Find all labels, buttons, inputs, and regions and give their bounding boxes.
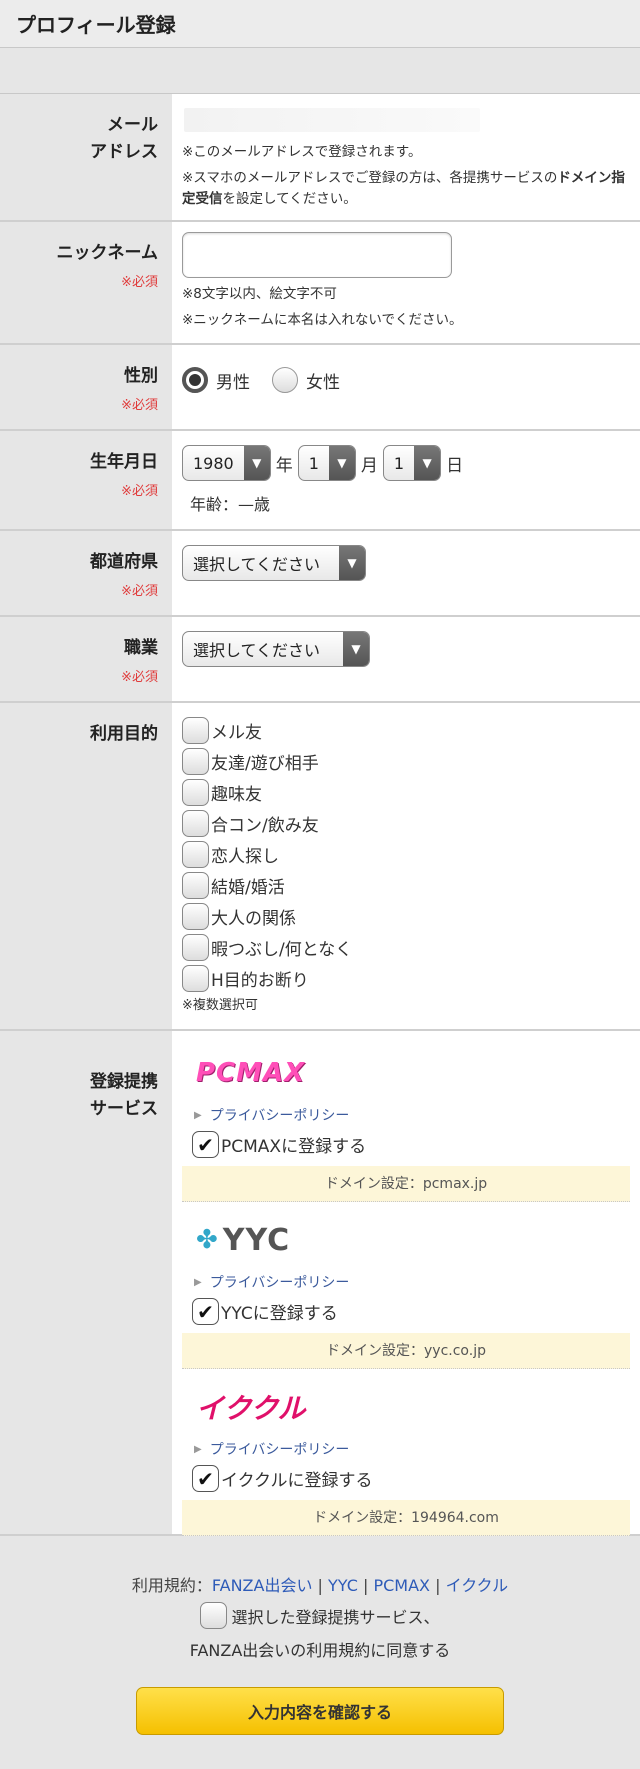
purpose-checkbox[interactable]: 友達/遊び相手 (182, 746, 630, 777)
occupation-select[interactable]: 選択してください ▼ (182, 631, 370, 667)
triangle-right-icon: ▶ (194, 1276, 202, 1288)
terms-links: 利用規約：FANZA出会い | YYC | PCMAX | イククル (131, 1576, 509, 1595)
terms-link-pcmax[interactable]: PCMAX (373, 1576, 430, 1595)
checkbox-icon (182, 717, 209, 744)
required-badge: ※必須 (121, 670, 158, 686)
ikukuru-logo: イククル (196, 1392, 306, 1425)
required-badge: ※必須 (121, 484, 158, 500)
gender-male-radio[interactable]: 男性 (182, 367, 250, 393)
yyc-logo: ✤ YYC (196, 1222, 291, 1258)
pcmax-logo: PCMAX (196, 1058, 306, 1088)
purpose-checkbox[interactable]: 合コン/飲み友 (182, 808, 630, 839)
chevron-down-icon: ▼ (343, 632, 369, 666)
birth-year-select[interactable]: 1980 ▼ (182, 445, 271, 481)
checkmark-icon: ✔ (192, 1131, 219, 1158)
profile-form: メール アドレス ※このメールアドレスで登録されます。 ※スマホのメールアドレス… (0, 94, 640, 1536)
radio-unselected-icon (272, 367, 298, 393)
prefecture-label: 都道府県 (90, 552, 158, 572)
agree-text: FANZA出会いの利用規約に同意する (189, 1641, 451, 1660)
checkbox-icon (182, 810, 209, 837)
header-spacer (0, 48, 640, 94)
agree-checkbox[interactable]: 選択した登録提携サービス、 (0, 1602, 640, 1629)
prefecture-select[interactable]: 選択してください ▼ (182, 545, 366, 581)
form-footer: 利用規約：FANZA出会い | YYC | PCMAX | イククル 選択した登… (0, 1536, 640, 1735)
terms-link-fanza[interactable]: FANZA出会い (212, 1576, 313, 1595)
occupation-row: 職業 ※必須 選択してください ▼ (0, 617, 640, 703)
domain-setting: ドメイン設定：pcmax.jp (182, 1166, 630, 1202)
purpose-label: 利用目的 (90, 724, 158, 744)
checkbox-icon (182, 841, 209, 868)
checkbox-icon (182, 872, 209, 899)
chevron-down-icon: ▼ (328, 446, 355, 480)
required-badge: ※必須 (121, 584, 158, 600)
services-label-line1: 登録提携 (90, 1072, 158, 1092)
email-note-1: ※このメールアドレスで登録されます。 (182, 144, 422, 160)
page-header: プロフィール登録 (0, 0, 640, 48)
privacy-policy-link[interactable]: プライバシーポリシー (210, 1105, 350, 1125)
email-value-blurred (184, 108, 480, 132)
nickname-note-1: ※8文字以内、絵文字不可 (182, 286, 337, 302)
yyc-register-checkbox[interactable]: ✔ YYCに登録する (192, 1298, 630, 1325)
required-badge: ※必須 (121, 275, 158, 291)
service-pcmax: PCMAX ▶ プライバシーポリシー ✔ PCMAXに登録する ドメイン設定：pcm… (182, 1051, 630, 1202)
email-label-line2: アドレス (90, 142, 158, 163)
page-title: プロフィール登録 (16, 13, 176, 37)
purpose-note: ※複数選択可 (182, 998, 258, 1013)
age-display: 年齢：—歳 (190, 495, 271, 514)
checkbox-icon (182, 934, 209, 961)
services-row: 登録提携 サービス PCMAX ▶ プライバシーポリシー ✔ PCMAXに登録する … (0, 1031, 640, 1536)
gender-row: 性別 ※必須 男性 女性 (0, 345, 640, 431)
purpose-checkbox[interactable]: 恋人探し (182, 839, 630, 870)
purpose-row: 利用目的 メル友 友達/遊び相手 趣味友 合コン/飲み友 恋人探し 結婚/婚活 … (0, 703, 640, 1031)
privacy-policy-link[interactable]: プライバシーポリシー (210, 1272, 350, 1292)
purpose-checkbox[interactable]: メル友 (182, 715, 630, 746)
purpose-checkbox[interactable]: 大人の関係 (182, 901, 630, 932)
purpose-checkbox[interactable]: H目的お断り (182, 963, 630, 994)
purpose-checkbox[interactable]: 趣味友 (182, 777, 630, 808)
nickname-input[interactable] (182, 232, 452, 278)
email-label-line1: メール (107, 115, 158, 135)
service-yyc: ✤ YYC ▶ プライバシーポリシー ✔ YYCに登録する ドメイン設定：yyc.co… (182, 1218, 630, 1369)
purpose-checkbox[interactable]: 結婚/婚活 (182, 870, 630, 901)
required-badge: ※必須 (121, 398, 158, 414)
birthdate-label: 生年月日 (90, 452, 158, 472)
nickname-label: ニックネーム (56, 243, 159, 263)
birth-day-select[interactable]: 1 ▼ (382, 445, 442, 481)
email-row: メール アドレス ※このメールアドレスで登録されます。 ※スマホのメールアドレス… (0, 94, 640, 222)
checkbox-icon (182, 903, 209, 930)
service-ikukuru: イククル ▶ プライバシーポリシー ✔ イククルに登録する ドメイン設定：19496… (182, 1385, 630, 1536)
birth-month-select[interactable]: 1 ▼ (297, 445, 356, 481)
ikukuru-register-checkbox[interactable]: ✔ イククルに登録する (192, 1465, 630, 1492)
purpose-checkbox[interactable]: 暇つぶし/何となく (182, 932, 630, 963)
confirm-button[interactable]: 入力内容を確認する (136, 1687, 504, 1735)
nickname-note-2: ※ニックネームに本名は入れないでください。 (182, 311, 463, 328)
checkmark-icon: ✔ (192, 1465, 219, 1492)
domain-setting: ドメイン設定：194964.com (182, 1500, 630, 1536)
pcmax-register-checkbox[interactable]: ✔ PCMAXに登録する (192, 1131, 630, 1158)
privacy-policy-link[interactable]: プライバシーポリシー (210, 1439, 350, 1459)
occupation-label: 職業 (124, 638, 158, 658)
checkbox-icon (182, 748, 209, 775)
nickname-row: ニックネーム ※必須 ※8文字以内、絵文字不可 ※ニックネームに本名は入れないで… (0, 222, 640, 345)
checkbox-icon (200, 1602, 228, 1629)
checkbox-icon (182, 779, 209, 806)
checkmark-icon: ✔ (192, 1298, 219, 1325)
terms-link-yyc[interactable]: YYC (328, 1576, 358, 1595)
gender-label: 性別 (124, 366, 158, 386)
radio-selected-icon (182, 367, 208, 393)
chevron-down-icon: ▼ (414, 446, 441, 480)
email-note-2: ※スマホのメールアドレスでご登録の方は、各提携サービスのドメイン指定受信を設定し… (182, 169, 625, 208)
services-label-line2: サービス (90, 1099, 158, 1120)
clover-icon: ✤ (196, 1225, 219, 1255)
birthdate-row: 生年月日 ※必須 1980 ▼ 年 1 ▼ 月 1 ▼ 日 年齢：—歳 (0, 431, 640, 531)
terms-link-ikukuru[interactable]: イククル (446, 1576, 509, 1595)
chevron-down-icon: ▼ (339, 546, 365, 580)
triangle-right-icon: ▶ (194, 1109, 202, 1121)
chevron-down-icon: ▼ (243, 446, 270, 480)
checkbox-icon (182, 965, 209, 992)
triangle-right-icon: ▶ (194, 1443, 202, 1455)
gender-female-radio[interactable]: 女性 (272, 367, 340, 393)
domain-setting: ドメイン設定：yyc.co.jp (182, 1333, 630, 1369)
prefecture-row: 都道府県 ※必須 選択してください ▼ (0, 531, 640, 617)
